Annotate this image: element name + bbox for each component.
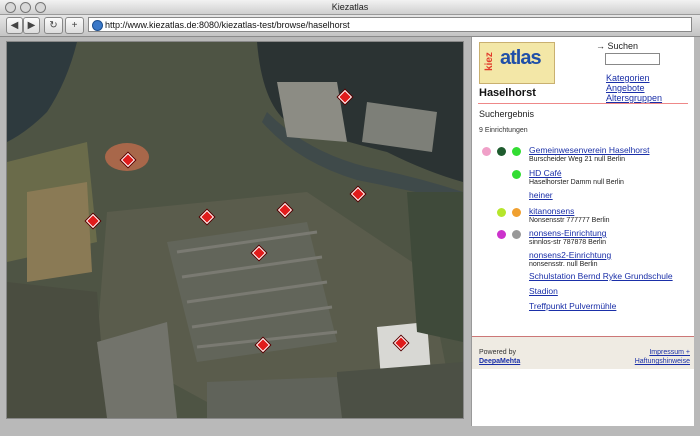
forward-arrow-icon: ▶: [27, 20, 36, 31]
reload-icon: ↻: [49, 20, 58, 31]
page-content: kiez atlas → Suchen Kategorien Angebote …: [0, 37, 700, 436]
results-heading: Suchergebnis: [479, 109, 535, 119]
powered-by-text: Powered by: [479, 349, 516, 356]
category-dot-icon: [497, 230, 506, 239]
entry-name-link[interactable]: HD Café: [529, 168, 624, 178]
list-item[interactable]: HD Café Haselhorster Damm null Berlin: [529, 168, 624, 186]
address-bar[interactable]: http://www.kiezatlas.de:8080/kiezatlas-t…: [88, 17, 692, 32]
aerial-map[interactable]: [6, 41, 464, 419]
window-titlebar: Kiezatlas: [0, 0, 700, 15]
entry-address: Burscheider Weg 21 null Berlin: [529, 156, 625, 163]
category-dot-icon: [497, 147, 506, 156]
page-footer: Powered by DeepaMehta Impressum + Haftun…: [472, 336, 694, 369]
divider: [478, 103, 688, 104]
list-item[interactable]: Stadion: [529, 286, 558, 296]
category-dot-icon: [512, 230, 521, 239]
entry-name-link[interactable]: Gemeinwesenverein Haselhorst: [529, 145, 649, 155]
impressum-link[interactable]: Impressum +: [649, 349, 690, 356]
list-item[interactable]: nonsens-Einrichtung sinnlos-str 787878 B…: [529, 228, 607, 246]
entry-address: sinnlos-str 787878 Berlin: [529, 239, 607, 246]
plus-icon: +: [71, 20, 78, 31]
entry-name-link[interactable]: nonsens2-Einrichtung: [529, 250, 611, 260]
list-item[interactable]: kitanonsens Nonsensstr 777777 Berlin: [529, 206, 610, 224]
window-title: Kiezatlas: [331, 2, 369, 12]
deepamehta-link[interactable]: DeepaMehta: [479, 358, 520, 365]
results-count: 9 Einrichtungen: [479, 127, 528, 134]
category-dot-icon: [482, 147, 491, 156]
url-text: http://www.kiezatlas.de:8080/kiezatlas-t…: [105, 20, 350, 30]
list-item[interactable]: nonsens2-Einrichtung nonsensstr. null Be…: [529, 250, 611, 268]
minimize-window-button[interactable]: [20, 2, 31, 13]
entry-name-link[interactable]: Treffpunkt Pulvermühle: [529, 301, 616, 311]
search-input[interactable]: [605, 53, 660, 65]
nav-kategorien-link[interactable]: Kategorien: [606, 73, 650, 83]
window-controls[interactable]: [5, 2, 46, 13]
browser-toolbar: ◀ ▶ ↻ + http://www.kiezatlas.de:8080/kie…: [0, 15, 700, 37]
nav-altersgruppen-link[interactable]: Altersgruppen: [606, 93, 662, 103]
entry-name-link[interactable]: heiner: [529, 190, 553, 200]
entry-name-link[interactable]: Schulstation Bernd Ryke Grundschule: [529, 271, 673, 281]
category-dot-icon: [512, 170, 521, 179]
back-arrow-icon: ◀: [10, 20, 19, 31]
category-dot-icon: [512, 147, 521, 156]
aerial-photo: [7, 42, 463, 418]
logo-atlas: atlas: [500, 47, 542, 69]
list-item[interactable]: Treffpunkt Pulvermühle: [529, 301, 616, 311]
haftungshinweise-link[interactable]: Haftungshinweise: [635, 358, 690, 365]
search-label-text: Suchen: [607, 41, 639, 51]
category-dot-icon: [512, 208, 521, 217]
entry-address: Haselhorster Damm null Berlin: [529, 179, 624, 186]
entry-address: nonsensstr. null Berlin: [529, 261, 598, 268]
zoom-window-button[interactable]: [35, 2, 46, 13]
reload-button[interactable]: ↻: [44, 17, 63, 34]
back-button[interactable]: ◀: [6, 17, 23, 34]
category-dot-icon: [497, 208, 506, 217]
entry-address: Nonsensstr 777777 Berlin: [529, 217, 610, 224]
list-item[interactable]: Gemeinwesenverein Haselhorst Burscheider…: [529, 145, 649, 163]
page-title: Haselhorst: [479, 87, 536, 99]
list-item[interactable]: heiner: [529, 190, 553, 200]
search-label: → Suchen: [596, 41, 639, 51]
kiezatlas-logo[interactable]: kiez atlas: [479, 42, 555, 84]
close-window-button[interactable]: [5, 2, 16, 13]
globe-icon: [92, 20, 103, 31]
entry-name-link[interactable]: Stadion: [529, 286, 558, 296]
entry-name-link[interactable]: nonsens-Einrichtung: [529, 228, 607, 238]
list-item[interactable]: Schulstation Bernd Ryke Grundschule: [529, 271, 673, 281]
info-panel: kiez atlas → Suchen Kategorien Angebote …: [471, 37, 694, 426]
nav-angebote-link[interactable]: Angebote: [606, 83, 645, 93]
add-bookmark-button[interactable]: +: [65, 17, 84, 34]
forward-button[interactable]: ▶: [23, 17, 40, 34]
logo-kiez: kiez: [484, 52, 495, 71]
entry-name-link[interactable]: kitanonsens: [529, 206, 610, 216]
